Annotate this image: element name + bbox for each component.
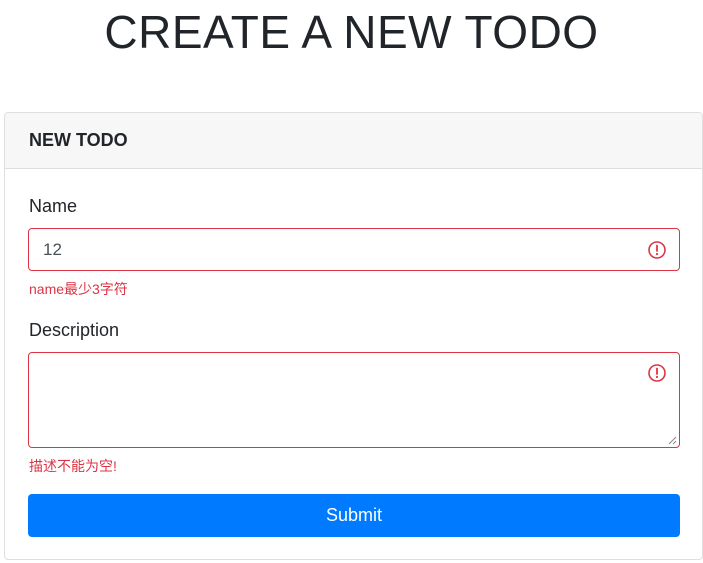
new-todo-card: NEW TODO Name name最少3字符 Description — [4, 112, 703, 560]
submit-button[interactable]: Submit — [28, 494, 680, 537]
name-error-message: name最少3字符 — [29, 281, 128, 297]
resize-handle-icon[interactable] — [667, 435, 677, 445]
description-textarea[interactable] — [29, 353, 679, 447]
exclamation-circle-icon — [648, 241, 666, 259]
exclamation-circle-icon — [648, 364, 666, 382]
description-field-wrapper — [28, 352, 680, 448]
name-input[interactable] — [29, 229, 679, 270]
card-header: NEW TODO — [5, 113, 702, 169]
name-field-wrapper — [28, 228, 680, 271]
card-title: NEW TODO — [29, 130, 128, 150]
name-label: Name — [29, 196, 78, 216]
page-title: CREATE A NEW TODO — [104, 6, 599, 58]
description-label: Description — [29, 320, 120, 340]
description-error-message: 描述不能为空! — [29, 458, 117, 474]
